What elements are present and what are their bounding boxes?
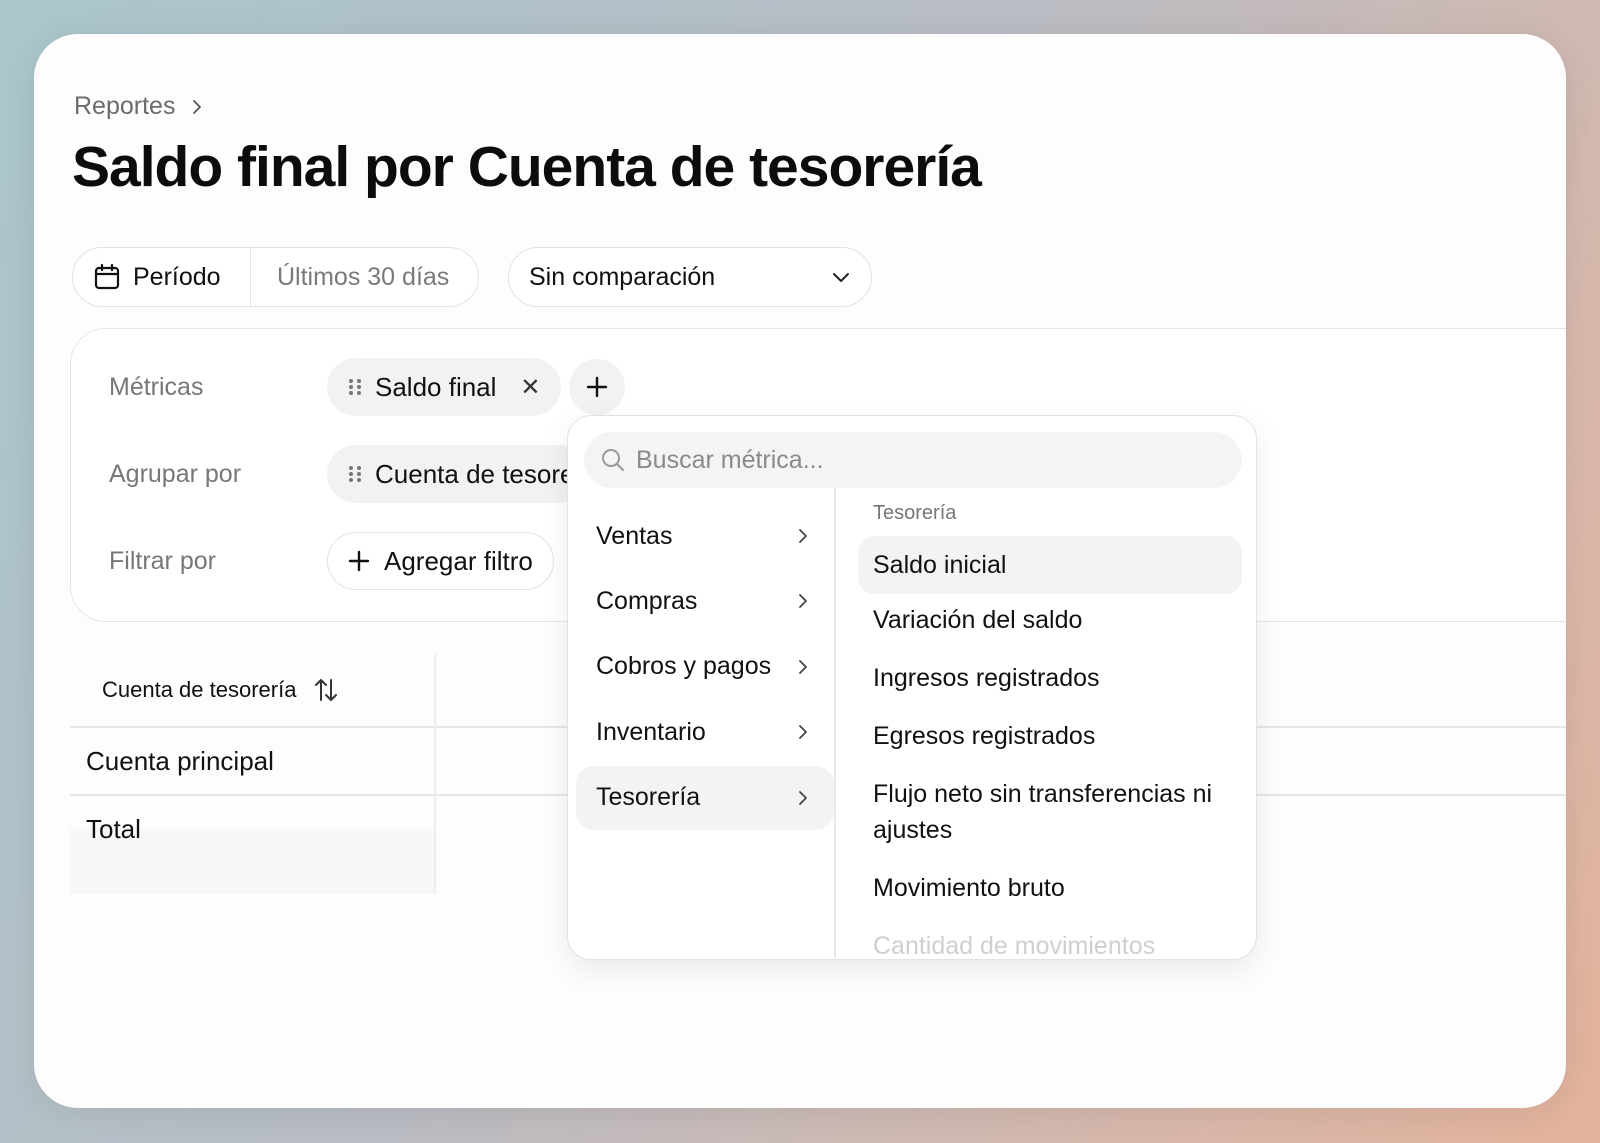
comparison-select[interactable]: Sin comparación xyxy=(508,247,872,307)
metric-chip[interactable]: Saldo final ✕ xyxy=(327,358,561,416)
metric-picker-dropdown: Ventas Compras Cobros y pagos Inventario… xyxy=(567,415,1257,960)
metric-chip-label: Saldo final xyxy=(375,371,497,402)
category-list: Ventas Compras Cobros y pagos Inventario… xyxy=(576,504,834,831)
drag-handle-icon[interactable] xyxy=(349,466,361,482)
chevron-right-icon xyxy=(799,529,807,543)
period-button[interactable]: Período xyxy=(73,248,251,306)
group-by-chip[interactable]: Cuenta de tesorería xyxy=(327,445,587,503)
metric-option[interactable]: Variación del saldo xyxy=(858,602,1242,638)
period-value[interactable]: Últimos 30 días xyxy=(251,263,449,292)
chevron-down-icon xyxy=(833,273,849,282)
metric-list: Tesorería Saldo inicial Variación del sa… xyxy=(858,498,1242,959)
category-item-tesoreria[interactable]: Tesorería xyxy=(576,765,834,830)
chevron-right-icon xyxy=(193,99,202,114)
chevron-right-icon xyxy=(799,594,807,609)
group-by-label: Agrupar por xyxy=(109,460,242,488)
drag-handle-icon[interactable] xyxy=(349,379,361,395)
period-label: Período xyxy=(133,262,221,291)
comparison-value: Sin comparación xyxy=(529,262,716,291)
metric-option[interactable]: Cantidad de movimientos xyxy=(858,928,1242,959)
metric-option[interactable]: Movimiento bruto xyxy=(858,870,1242,906)
column-divider xyxy=(434,654,436,894)
category-item-inventario[interactable]: Inventario xyxy=(576,700,834,764)
breadcrumb: Reportes xyxy=(74,92,205,121)
metric-option[interactable]: Saldo inicial xyxy=(858,536,1242,594)
filter-by-label: Filtrar por xyxy=(109,547,216,575)
category-label: Cobros y pagos xyxy=(596,652,772,681)
panel-divider xyxy=(834,488,836,958)
metric-search-input[interactable] xyxy=(636,445,1216,475)
category-item-cobros-pagos[interactable]: Cobros y pagos xyxy=(576,635,834,699)
metric-search-box[interactable] xyxy=(584,432,1242,488)
page-title: Saldo final por Cuenta de tesorería xyxy=(72,135,982,199)
metric-option[interactable]: Egresos registrados xyxy=(858,718,1242,754)
breadcrumb-reportes-link[interactable]: Reportes xyxy=(74,92,175,121)
category-label: Inventario xyxy=(596,717,706,746)
table-row: Cuenta principal xyxy=(86,746,274,776)
period-selector[interactable]: Período Últimos 30 días xyxy=(72,247,479,307)
remove-metric-icon[interactable]: ✕ xyxy=(520,373,540,402)
chevron-right-icon xyxy=(799,659,807,674)
category-label: Ventas xyxy=(596,521,673,550)
table-row-total: Total xyxy=(86,814,141,844)
add-filter-button[interactable]: Agregar filtro xyxy=(327,532,554,590)
category-item-ventas[interactable]: Ventas xyxy=(576,504,834,568)
category-item-compras[interactable]: Compras xyxy=(576,569,834,633)
plus-icon xyxy=(348,550,370,572)
metric-option[interactable]: Flujo neto sin transferencias ni ajustes xyxy=(858,776,1242,848)
group-by-chip-label: Cuenta de tesorería xyxy=(375,458,587,489)
add-filter-label: Agregar filtro xyxy=(384,545,533,576)
metric-option[interactable]: Ingresos registrados xyxy=(858,660,1242,696)
chevron-right-icon xyxy=(799,790,807,805)
calendar-icon xyxy=(94,263,120,290)
metrics-label: Métricas xyxy=(109,373,204,401)
metric-section-label: Tesorería xyxy=(873,502,957,524)
column-header-cuenta[interactable]: Cuenta de tesorería xyxy=(70,654,434,726)
add-metric-button[interactable] xyxy=(569,359,625,415)
sort-icon[interactable] xyxy=(312,676,340,704)
plus-icon xyxy=(586,376,608,398)
chevron-right-icon xyxy=(799,725,807,740)
category-label: Tesorería xyxy=(596,783,701,812)
category-label: Compras xyxy=(596,586,698,615)
search-icon xyxy=(602,449,624,471)
column-header-label: Cuenta de tesorería xyxy=(102,677,297,702)
